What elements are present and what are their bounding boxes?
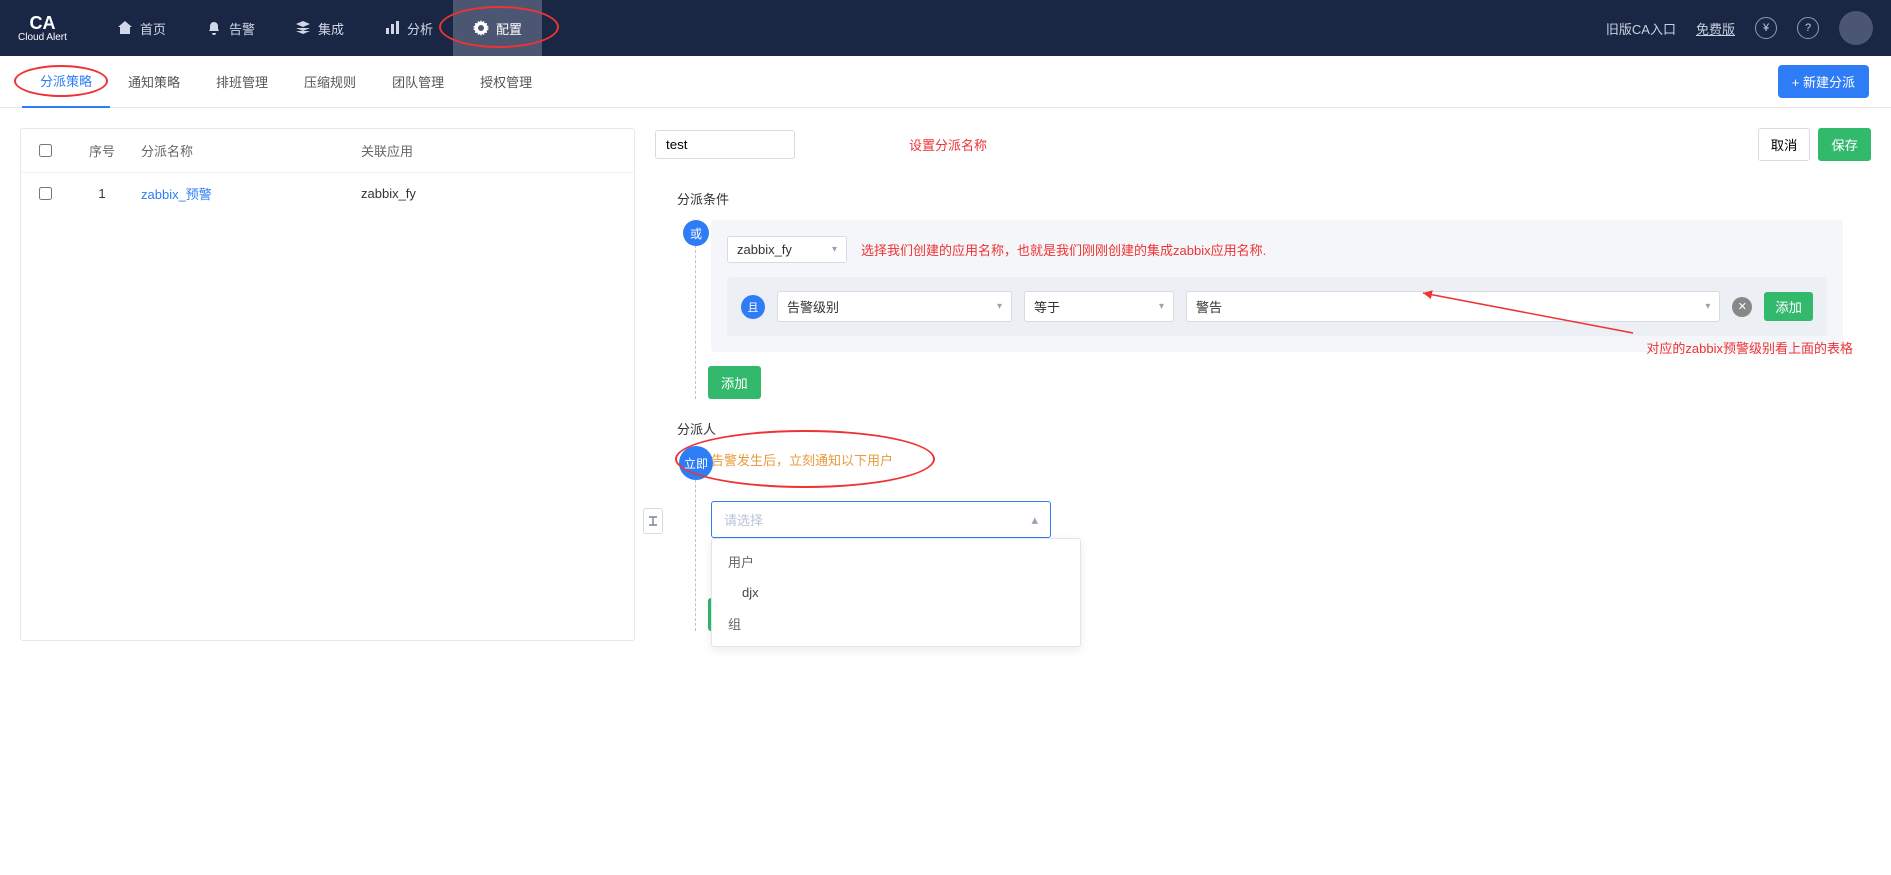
brand: CA Cloud Alert: [18, 14, 67, 43]
td-name-link[interactable]: zabbix_预警: [141, 187, 212, 202]
top-nav: CA Cloud Alert 首页 告警 集成 分析 配置 旧版CA入口 免费版…: [0, 0, 1891, 56]
main: 序号 分派名称 关联应用 1 zabbix_预警 zabbix_fy 设置分派名…: [0, 108, 1891, 661]
select-assignee[interactable]: 请选择 ▴: [711, 501, 1051, 538]
alarm-icon: [206, 20, 222, 36]
node-and: 且: [741, 295, 765, 319]
tab-dispatch-label: 分派策略: [40, 71, 92, 90]
link-old-entry[interactable]: 旧版CA入口: [1606, 19, 1676, 38]
home-icon: [117, 20, 133, 36]
nav-home[interactable]: 首页: [97, 0, 186, 56]
nav-integration[interactable]: 集成: [275, 0, 364, 56]
select-operator-value: 等于: [1034, 297, 1060, 316]
tab-schedule[interactable]: 排班管理: [198, 56, 286, 108]
chevron-down-icon: ▾: [997, 301, 1002, 312]
avatar[interactable]: [1839, 11, 1873, 45]
remove-condition-button[interactable]: ✕: [1732, 297, 1752, 317]
th-seq: 序号: [69, 141, 135, 160]
dispatch-form: 设置分派名称 取消 保存 分派条件 或 zabbix_fy ▾ 选择我们创建的应…: [655, 128, 1871, 641]
table-row[interactable]: 1 zabbix_预警 zabbix_fy: [21, 173, 634, 213]
condition-inner-row: 且 告警级别 ▾ 等于 ▾ 警告 ▾ ✕: [727, 277, 1827, 336]
condition-card: zabbix_fy ▾ 选择我们创建的应用名称，也就是我们刚刚创建的集成zabb…: [711, 220, 1843, 352]
node-or: 或: [683, 220, 709, 246]
tab-team[interactable]: 团队管理: [374, 56, 462, 108]
brand-title: CA: [29, 14, 55, 32]
warn-text: 告警发生后，立刻通知以下用户: [711, 453, 893, 468]
section-assignees-label: 分派人: [677, 419, 1843, 438]
select-operator[interactable]: 等于 ▾: [1024, 291, 1174, 322]
cancel-button[interactable]: 取消: [1758, 128, 1811, 161]
checkbox-row[interactable]: [39, 187, 52, 200]
nav-home-label: 首页: [140, 19, 166, 38]
dropdown-group-user: 用户: [712, 545, 1080, 578]
select-value-value: 警告: [1196, 297, 1222, 316]
select-app-value: zabbix_fy: [737, 242, 792, 257]
node-immediate: 立即: [679, 446, 713, 480]
top-right: 旧版CA入口 免费版 ¥ ?: [1606, 11, 1873, 45]
help-icon[interactable]: ?: [1797, 17, 1819, 39]
section-assignees: 分派人 立即 告警发生后，立刻通知以下用户 请选择 ▴ 用户 djx 组: [655, 409, 1871, 641]
layers-icon: [295, 20, 311, 36]
nav-alarm[interactable]: 告警: [186, 0, 275, 56]
section-conditions-label: 分派条件: [677, 189, 1843, 208]
add-or-block-button[interactable]: 添加: [708, 366, 761, 399]
dispatch-table: 序号 分派名称 关联应用 1 zabbix_预警 zabbix_fy: [20, 128, 635, 641]
brand-sub: Cloud Alert: [18, 32, 67, 43]
nav-analysis[interactable]: 分析: [364, 0, 453, 56]
hint-app: 选择我们创建的应用名称，也就是我们刚刚创建的集成zabbix应用名称.: [861, 240, 1266, 259]
checkbox-all[interactable]: [39, 144, 52, 157]
assignee-dropdown: 用户 djx 组: [711, 538, 1081, 647]
th-name: 分派名称: [135, 141, 355, 160]
collapse-toggle[interactable]: [643, 508, 663, 534]
nav-config-label: 配置: [496, 19, 522, 38]
save-button[interactable]: 保存: [1818, 128, 1871, 161]
rmb-icon[interactable]: ¥: [1755, 17, 1777, 39]
dispatch-name-input[interactable]: [655, 130, 795, 159]
tab-notify-policy[interactable]: 通知策略: [110, 56, 198, 108]
chevron-down-icon: ▾: [1159, 301, 1164, 312]
chevron-down-icon: ▾: [1705, 301, 1710, 312]
select-value[interactable]: 警告 ▾: [1186, 291, 1720, 322]
select-app[interactable]: zabbix_fy ▾: [727, 236, 847, 263]
tab-dispatch-policy[interactable]: 分派策略: [22, 56, 110, 108]
add-condition-button[interactable]: 添加: [1764, 292, 1813, 321]
dropdown-item-djx[interactable]: djx: [712, 578, 1080, 607]
link-free[interactable]: 免费版: [1696, 19, 1735, 38]
select-assignee-placeholder: 请选择: [724, 510, 763, 529]
tab-auth[interactable]: 授权管理: [462, 56, 550, 108]
new-dispatch-button[interactable]: + 新建分派: [1778, 65, 1869, 98]
gear-icon: [473, 20, 489, 36]
dropdown-group-group: 组: [712, 607, 1080, 640]
th-app: 关联应用: [355, 141, 634, 160]
select-field[interactable]: 告警级别 ▾: [777, 291, 1012, 322]
tab-compress[interactable]: 压缩规则: [286, 56, 374, 108]
nav-analysis-label: 分析: [407, 19, 433, 38]
nav-integration-label: 集成: [318, 19, 344, 38]
table-header: 序号 分派名称 关联应用: [21, 129, 634, 173]
title-row: 设置分派名称 取消 保存: [655, 128, 1871, 161]
hint-title: 设置分派名称: [909, 135, 987, 154]
td-seq: 1: [69, 186, 135, 201]
nav-alarm-label: 告警: [229, 19, 255, 38]
section-conditions: 分派条件 或 zabbix_fy ▾ 选择我们创建的应用名称，也就是我们刚刚创建…: [655, 179, 1871, 409]
chart-icon: [384, 20, 400, 36]
nav-config[interactable]: 配置: [453, 0, 542, 56]
td-app: zabbix_fy: [355, 186, 634, 201]
chevron-down-icon: ▾: [832, 244, 837, 255]
chevron-up-icon: ▴: [1031, 512, 1038, 528]
hint-level: 对应的zabbix预警级别看上面的表格: [1646, 338, 1853, 357]
sub-nav: 分派策略 通知策略 排班管理 压缩规则 团队管理 授权管理 + 新建分派: [0, 56, 1891, 108]
select-field-value: 告警级别: [787, 297, 839, 316]
